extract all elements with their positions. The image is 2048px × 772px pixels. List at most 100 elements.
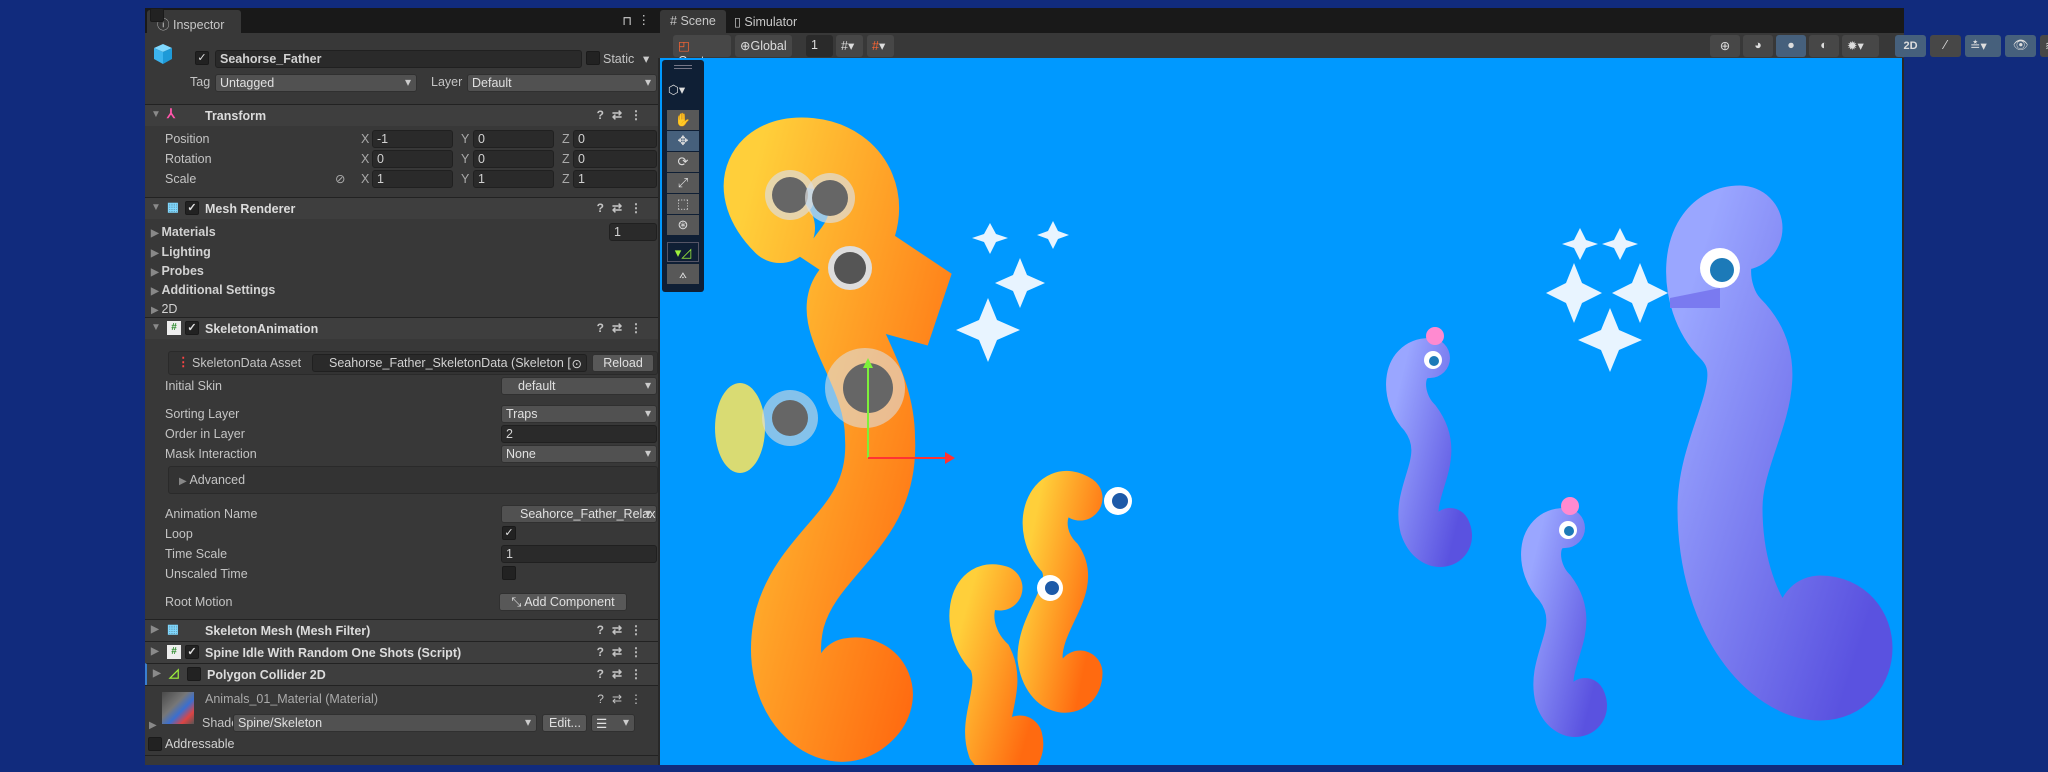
- initial-skin-dropdown[interactable]: default: [501, 377, 657, 395]
- draw-mode-button[interactable]: ◐: [1809, 35, 1839, 57]
- 2d-foldout[interactable]: ▶ 2D: [151, 302, 177, 316]
- scale-x-input[interactable]: 1: [372, 170, 453, 188]
- additional-settings-foldout[interactable]: ▶ Additional Settings: [151, 283, 275, 297]
- loop-checkbox[interactable]: ✓: [502, 526, 516, 540]
- reload-button[interactable]: Reload: [592, 354, 654, 372]
- lighting-toggle[interactable]: ⁄: [1930, 35, 1961, 57]
- grid-snapping-dropdown[interactable]: #▾: [867, 35, 894, 57]
- debug-dropdown[interactable]: ✹▾: [1842, 35, 1879, 57]
- transform-tool-button[interactable]: ⊛: [667, 215, 699, 235]
- expand-arrow-icon[interactable]: ▶: [151, 646, 159, 657]
- static-label: Static: [603, 52, 635, 66]
- rotate-tool-button[interactable]: ⟳: [667, 152, 699, 172]
- collapse-arrow-icon[interactable]: ▼: [151, 322, 161, 333]
- skeleton-data-asset-field[interactable]: Seahorse_Father_SkeletonData (Skeleton […: [312, 354, 587, 372]
- shaded-wireframe-button[interactable]: ◕: [1743, 35, 1773, 57]
- component-header-icons[interactable]: ?⇄⋮: [597, 645, 650, 659]
- layers-dropdown[interactable]: ≋▾: [2040, 35, 2048, 57]
- expand-arrow-icon[interactable]: ▶: [149, 720, 157, 731]
- materials-foldout[interactable]: ▶ Materials: [151, 225, 216, 239]
- transform-header[interactable]: ▼ ⅄ Transform ?⇄⋮: [145, 104, 658, 126]
- 2d-mode-toggle[interactable]: 2D: [1895, 35, 1926, 57]
- spine-icon: ⋮: [177, 355, 190, 369]
- seahorse-father-sprite[interactable]: [715, 117, 955, 762]
- component-header-icons[interactable]: ?⇄⋮: [597, 623, 650, 637]
- scene-viewport[interactable]: ⬡▾ ✋ ✥ ⟳ ⤢ ⬚ ⊛ ▾◿ ⟑: [660, 58, 1902, 765]
- view-cube-dropdown[interactable]: ⬡▾: [668, 82, 685, 97]
- rect-tool-button[interactable]: ⬚: [667, 194, 699, 214]
- expand-arrow-icon[interactable]: ▶: [153, 668, 161, 679]
- pivot-center-dropdown[interactable]: ◰ Center ▾: [673, 35, 731, 68]
- layer-dropdown[interactable]: Default: [467, 74, 657, 92]
- position-x-input[interactable]: -1: [372, 130, 453, 148]
- scale-z-input[interactable]: 1: [573, 170, 657, 188]
- skeleton-mesh-header[interactable]: ▶ ▦ Skeleton Mesh (Mesh Filter) ?⇄⋮: [145, 619, 658, 641]
- hand-tool-button[interactable]: ✋: [667, 110, 699, 130]
- tab-scene[interactable]: # Scene: [660, 10, 726, 33]
- edit-shader-button[interactable]: Edit...: [542, 714, 587, 732]
- skeleton-animation-header[interactable]: ▼ # ✓ SkeletonAnimation ?⇄⋮: [145, 317, 658, 339]
- shaded-button[interactable]: ●: [1776, 35, 1806, 57]
- position-z-input[interactable]: 0: [573, 130, 657, 148]
- drag-handle[interactable]: [674, 65, 692, 69]
- more-menu-icon[interactable]: ⋮: [638, 12, 651, 27]
- advanced-foldout[interactable]: ▶ Advanced: [168, 466, 658, 494]
- move-tool-button[interactable]: ✥: [667, 131, 699, 151]
- edit-collider-button[interactable]: ⟑: [667, 264, 699, 284]
- grid-size-input[interactable]: 1: [806, 35, 833, 57]
- active-checkbox[interactable]: ✓: [195, 51, 209, 65]
- seahorse-baby-purple-sprite-1[interactable]: [1386, 327, 1472, 567]
- mask-interaction-dropdown[interactable]: None: [501, 445, 657, 463]
- object-name-input[interactable]: Seahorse_Father: [215, 50, 582, 68]
- sorting-layer-dropdown[interactable]: Traps: [501, 405, 657, 423]
- collapse-arrow-icon[interactable]: ▼: [151, 202, 161, 213]
- add-root-motion-button[interactable]: ⤡ Add Component: [499, 593, 627, 611]
- skeleton-animation-enabled-checkbox[interactable]: ✓: [185, 321, 199, 335]
- unscaled-time-checkbox[interactable]: [502, 566, 516, 580]
- seahorse-baby-orange-sprite[interactable]: [949, 471, 1132, 765]
- lock-icon[interactable]: ⊓: [622, 13, 632, 28]
- tab-simulator[interactable]: ▯ Simulator: [724, 10, 807, 33]
- static-dropdown-icon[interactable]: ▾: [643, 51, 649, 66]
- component-header-icons[interactable]: ?⇄⋮: [597, 667, 650, 681]
- tag-dropdown[interactable]: Untagged: [215, 74, 417, 92]
- static-checkbox[interactable]: [586, 51, 600, 65]
- position-y-input[interactable]: 0: [473, 130, 554, 148]
- grid-visibility-dropdown[interactable]: #▾: [836, 35, 863, 57]
- polygon-collider-header[interactable]: ▶ ◿ Polygon Collider 2D ?⇄⋮: [145, 663, 658, 685]
- rotation-z-input[interactable]: 0: [573, 150, 657, 168]
- scale-y-input[interactable]: 1: [473, 170, 554, 188]
- seahorse-mother-purple-sprite[interactable]: [1666, 185, 1893, 721]
- rotation-y-input[interactable]: 0: [473, 150, 554, 168]
- space-global-dropdown[interactable]: ⊕Global ▾: [735, 35, 792, 68]
- wireframe-shading-button[interactable]: ⊕: [1710, 35, 1740, 57]
- seahorse-baby-purple-sprite-2[interactable]: [1521, 497, 1607, 737]
- collider-enabled-checkbox[interactable]: [187, 667, 201, 681]
- collapse-arrow-icon[interactable]: ▼: [151, 109, 161, 120]
- animation-name-dropdown[interactable]: Seahorce_Father_Relax: [501, 505, 657, 523]
- lighting-foldout[interactable]: ▶ Lighting: [151, 245, 211, 259]
- order-in-layer-input[interactable]: 2: [501, 425, 657, 443]
- mesh-renderer-enabled-checkbox[interactable]: ✓: [185, 201, 199, 215]
- component-header-icons[interactable]: ?⇄⋮: [597, 201, 650, 215]
- time-scale-input[interactable]: 1: [501, 545, 657, 563]
- constrain-proportions-icon[interactable]: ⊘: [335, 171, 345, 186]
- shader-dropdown[interactable]: Spine/Skeleton: [233, 714, 537, 732]
- component-header-icons[interactable]: ?⇄⋮: [597, 108, 650, 122]
- scale-tool-button[interactable]: ⤢: [667, 173, 699, 193]
- spine-idle-script-header[interactable]: ▶ # ✓ Spine Idle With Random One Shots (…: [145, 641, 658, 663]
- collider-tool-dropdown[interactable]: ▾◿: [667, 242, 699, 262]
- addressable-checkbox[interactable]: [148, 737, 162, 751]
- visibility-toggle[interactable]: 👁: [2005, 35, 2036, 57]
- probes-foldout[interactable]: ▶ Probes: [151, 264, 204, 278]
- mesh-renderer-header[interactable]: ▼ ▦ ✓ Mesh Renderer ?⇄⋮: [145, 197, 658, 219]
- effects-dropdown[interactable]: ≛▾: [1965, 35, 2001, 57]
- shader-options-dropdown[interactable]: ☰: [591, 714, 635, 732]
- rotation-x-input[interactable]: 0: [372, 150, 453, 168]
- expand-arrow-icon[interactable]: ▶: [151, 624, 159, 635]
- material-header-icons[interactable]: ?⇄⋮: [597, 692, 650, 706]
- materials-count-input[interactable]: 1: [609, 223, 657, 241]
- script-enabled-checkbox[interactable]: ✓: [185, 645, 199, 659]
- component-header-icons[interactable]: ?⇄⋮: [597, 321, 650, 335]
- object-picker-icon[interactable]: ⊙: [572, 356, 582, 371]
